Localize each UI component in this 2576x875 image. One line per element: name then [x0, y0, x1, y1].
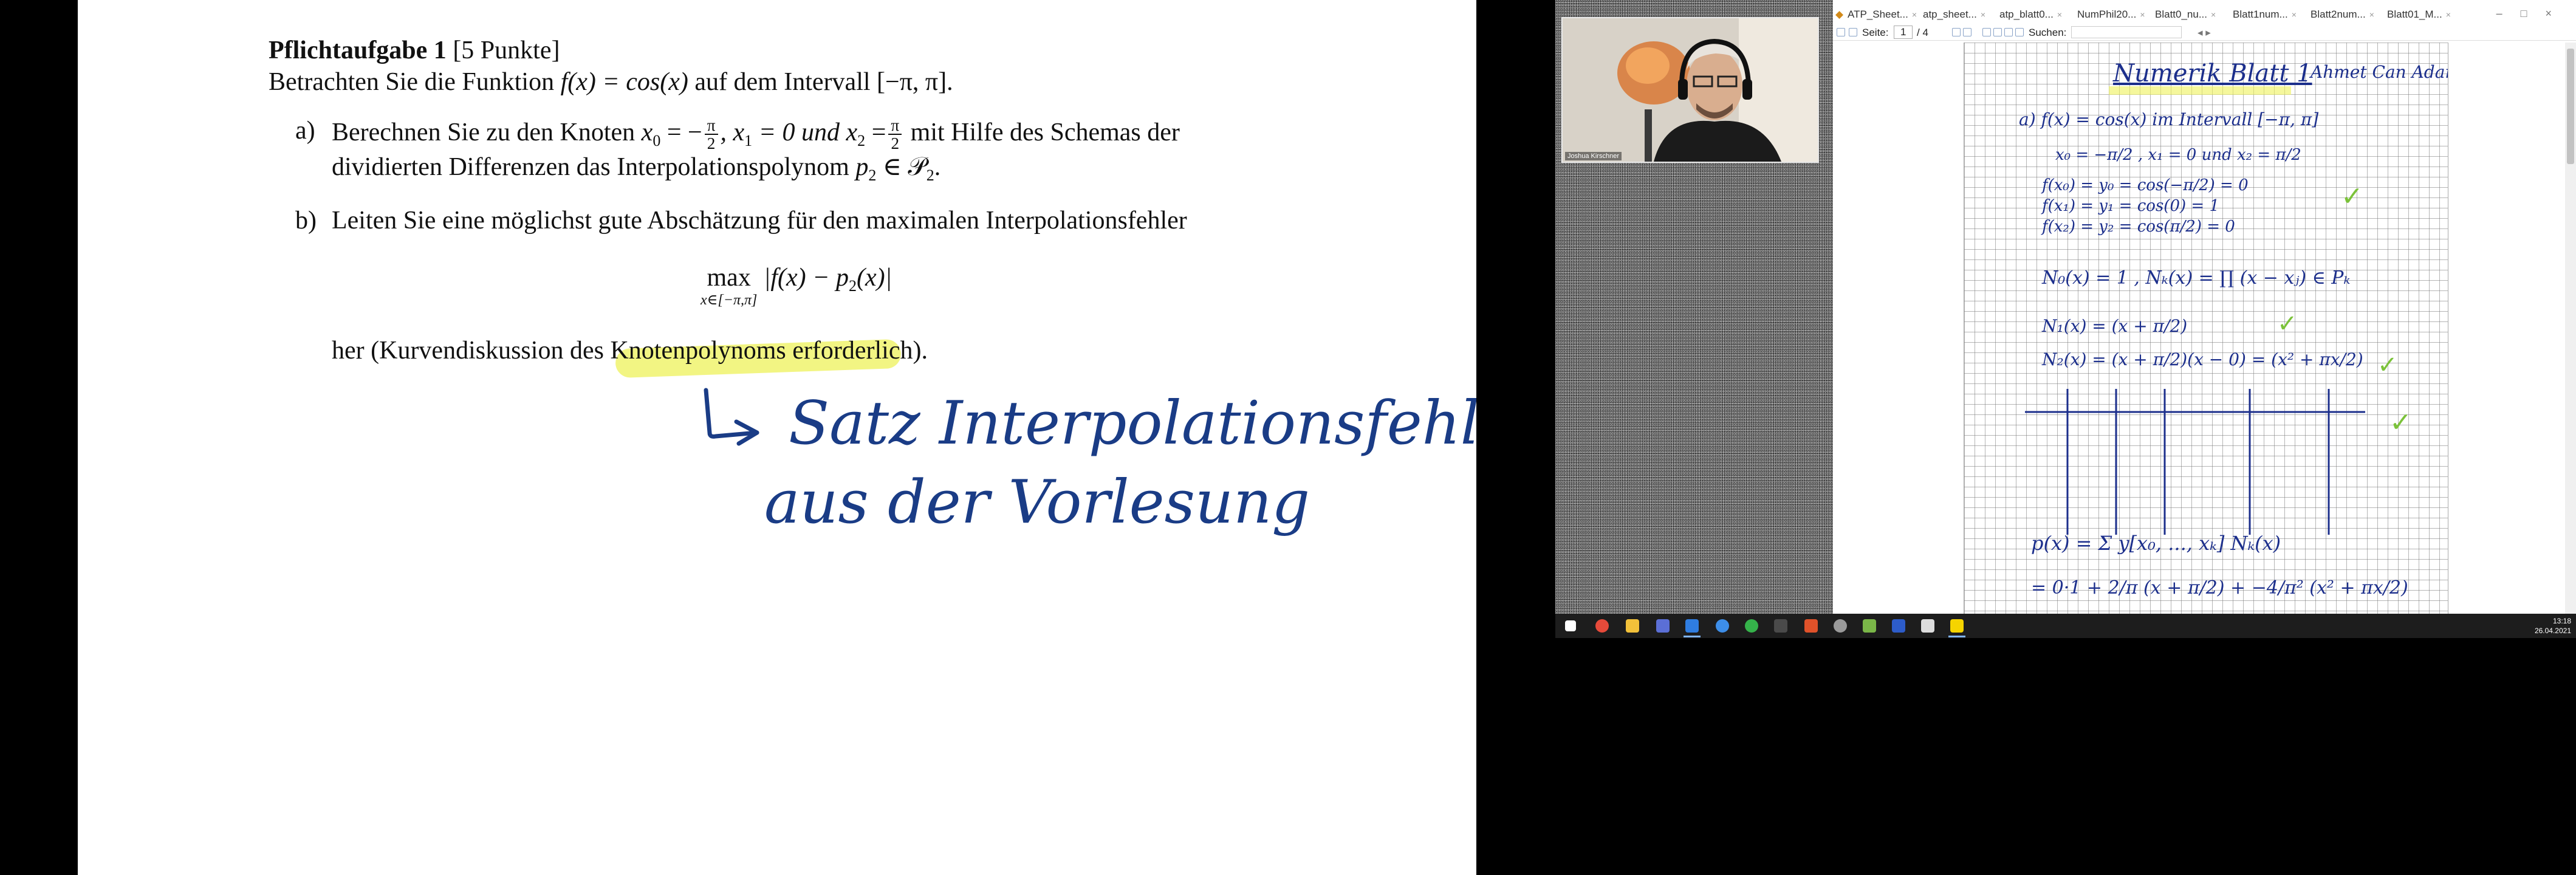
clock-time: 13:18 — [2552, 617, 2571, 625]
tab-3[interactable]: atp_blatt0... × — [1999, 9, 2062, 21]
close-icon[interactable]: × — [1912, 10, 1917, 19]
notepad-icon[interactable] — [1921, 619, 1934, 633]
print-icon[interactable] — [1849, 28, 1857, 36]
handwriting-line2: aus der Vorlesung — [764, 468, 1310, 537]
fit-width-icon[interactable] — [1993, 28, 2002, 36]
app-icon-red[interactable] — [1804, 619, 1818, 633]
close-icon[interactable]: × — [1981, 10, 1985, 19]
minimize-icon[interactable]: – — [2496, 7, 2521, 19]
close-icon[interactable]: × — [2369, 10, 2374, 19]
close-icon[interactable]: × — [2446, 10, 2451, 19]
pdf-viewer-icon[interactable] — [1948, 619, 1965, 637]
tab-label: Blatt2num... — [2311, 9, 2366, 20]
tab-label: ATP_Sheet... — [1848, 9, 1908, 20]
page-total: / 4 — [1917, 27, 1928, 38]
search-label: Suchen: — [2029, 27, 2067, 38]
explorer-icon[interactable] — [1626, 619, 1639, 633]
tab-label: atp_sheet... — [1923, 9, 1977, 20]
close-icon[interactable]: × — [2140, 10, 2145, 19]
checkmark-icon: ✓ — [2341, 181, 2363, 212]
teams-icon[interactable] — [1656, 619, 1670, 633]
whatsapp-icon[interactable] — [1745, 619, 1758, 633]
pdf-viewer-window: ◆ ATP_Sheet... × atp_sheet... × atp_blatt0… — [1833, 0, 2576, 614]
webcam-person — [1563, 18, 1818, 162]
taskbar: 13:18 26.04.2021 — [1555, 614, 2576, 638]
tab-label: atp_blatt0... — [1999, 9, 2054, 20]
clock-date: 26.04.2021 — [2534, 626, 2571, 635]
notes-newton: N₀(x) = 1 , Nₖ(x) = ∏ (x − xⱼ) ∈ Pₖ — [2042, 267, 2351, 289]
notes-f2: f(x₂) = y₂ = cos(π/2) = 0 — [2042, 218, 2235, 236]
notes-p-line: = 0·1 + 2/π (x + π/2) + −4/π² (x² + πx/2… — [2031, 577, 2408, 599]
system-clock[interactable]: 13:18 26.04.2021 — [2535, 616, 2571, 636]
close-icon[interactable]: × — [2211, 10, 2216, 19]
handwriting-line1: Satz Interpolationsfehler — [789, 389, 1476, 458]
webcam-video[interactable]: Joshua Kirschner — [1561, 17, 1819, 163]
notes-authors: Ahmet Can Adamoglu — [2311, 62, 2448, 82]
tab-4[interactable]: NumPhil20... × — [2077, 9, 2145, 21]
zoom-out-icon[interactable] — [2015, 28, 2024, 36]
divided-differences-table — [2025, 389, 2365, 535]
settings-icon[interactable] — [1834, 619, 1847, 633]
next-page-icon[interactable] — [1963, 28, 1971, 36]
notes-f0: f(x₀) = y₀ = cos(−π/2) = 0 — [2042, 176, 2249, 194]
maximize-icon[interactable]: □ — [2521, 7, 2546, 19]
notes-p-sum: p(x) = Σ y[x₀, ..., xₖ] Nₖ(x) — [2031, 532, 2281, 555]
app-icon-dark[interactable] — [1774, 619, 1787, 633]
app-icon: ◆ — [1835, 9, 1844, 20]
prev-page-icon[interactable] — [1952, 28, 1961, 36]
tab-5[interactable]: Blatt0_nu... × — [2155, 9, 2216, 21]
bitwarden-icon[interactable] — [1892, 619, 1905, 633]
open-icon[interactable] — [1837, 28, 1845, 36]
vertical-scrollbar[interactable] — [2565, 43, 2576, 614]
checkmark-icon: ✓ — [2389, 407, 2412, 438]
window-controls: –□× — [2496, 7, 2570, 20]
notes-n2: N₂(x) = (x + π/2)(x − 0) = (x² + πx/2) — [2042, 349, 2363, 369]
start-icon[interactable] — [1565, 620, 1576, 631]
notes-title: Numerik Blatt 1 — [2113, 60, 2312, 88]
chrome-icon[interactable] — [1595, 619, 1609, 633]
remote-desktop: Joshua Kirschner ◆ ATP_Sheet... × atp_she… — [1555, 0, 2576, 638]
tab-1[interactable]: ATP_Sheet... × — [1848, 9, 1917, 21]
mail-icon[interactable] — [1716, 619, 1729, 633]
zoom-icon[interactable] — [1684, 619, 1701, 637]
checkmark-icon: ✓ — [2277, 310, 2298, 338]
close-icon[interactable]: × — [2057, 10, 2062, 19]
notes-highlight — [2109, 86, 2291, 95]
fit-page-icon[interactable] — [1982, 28, 1991, 36]
tab-label: NumPhil20... — [2077, 9, 2137, 20]
tab-bar: ◆ ATP_Sheet... × atp_sheet... × atp_blatt0… — [1833, 7, 2576, 22]
ink-annotation: Satz Interpolationsfehler aus der Vorles… — [704, 388, 1476, 537]
handwritten-notes-page: Numerik Blatt 1 Ahmet Can Adamoglu a) f(… — [1964, 43, 2448, 614]
tab-label: Blatt0_nu... — [2155, 9, 2208, 20]
search-nav-icon[interactable]: ◂ ▸ — [2197, 27, 2211, 39]
notes-part-a: a) f(x) = cos(x) im Intervall [−π, π] — [2019, 109, 2319, 129]
page-number-input[interactable]: 1 — [1894, 26, 1913, 39]
zoom-in-icon[interactable] — [2004, 28, 2013, 36]
page-label: Seite: — [1862, 27, 1889, 38]
tab-6[interactable]: Blatt1num... × — [2233, 9, 2297, 21]
webcam-name-label: Joshua Kirschner — [1565, 152, 1622, 160]
notes-nodes: x₀ = −π/2 , x₁ = 0 und x₂ = π/2 — [2055, 146, 2301, 164]
notes-f1: f(x₁) = y₁ = cos(0) = 1 — [2042, 197, 2219, 215]
scroll-thumb[interactable] — [2567, 49, 2574, 164]
checkmark-icon: ✓ — [2377, 351, 2398, 379]
exercise-page: Pflichtaufgabe 1 [5 Punkte] Betrachten S… — [78, 0, 1476, 875]
tab-7[interactable]: Blatt2num... × — [2311, 9, 2374, 21]
notes-n1: N₁(x) = (x + π/2) — [2042, 316, 2188, 336]
close-icon[interactable]: × — [2292, 10, 2297, 19]
tab-label: Blatt01_M... — [2387, 9, 2442, 20]
close-window-icon[interactable]: × — [2545, 7, 2570, 19]
tab-2[interactable]: atp_sheet... × — [1923, 9, 1985, 21]
app-icon-green[interactable] — [1863, 619, 1876, 633]
tab-8[interactable]: Blatt01_M... × — [2387, 9, 2451, 21]
search-input[interactable] — [2071, 26, 2182, 38]
tab-label: Blatt1num... — [2233, 9, 2288, 20]
viewer-toolbar: Seite: 1 / 4 Suchen: ◂ ▸ — [1833, 24, 2576, 41]
